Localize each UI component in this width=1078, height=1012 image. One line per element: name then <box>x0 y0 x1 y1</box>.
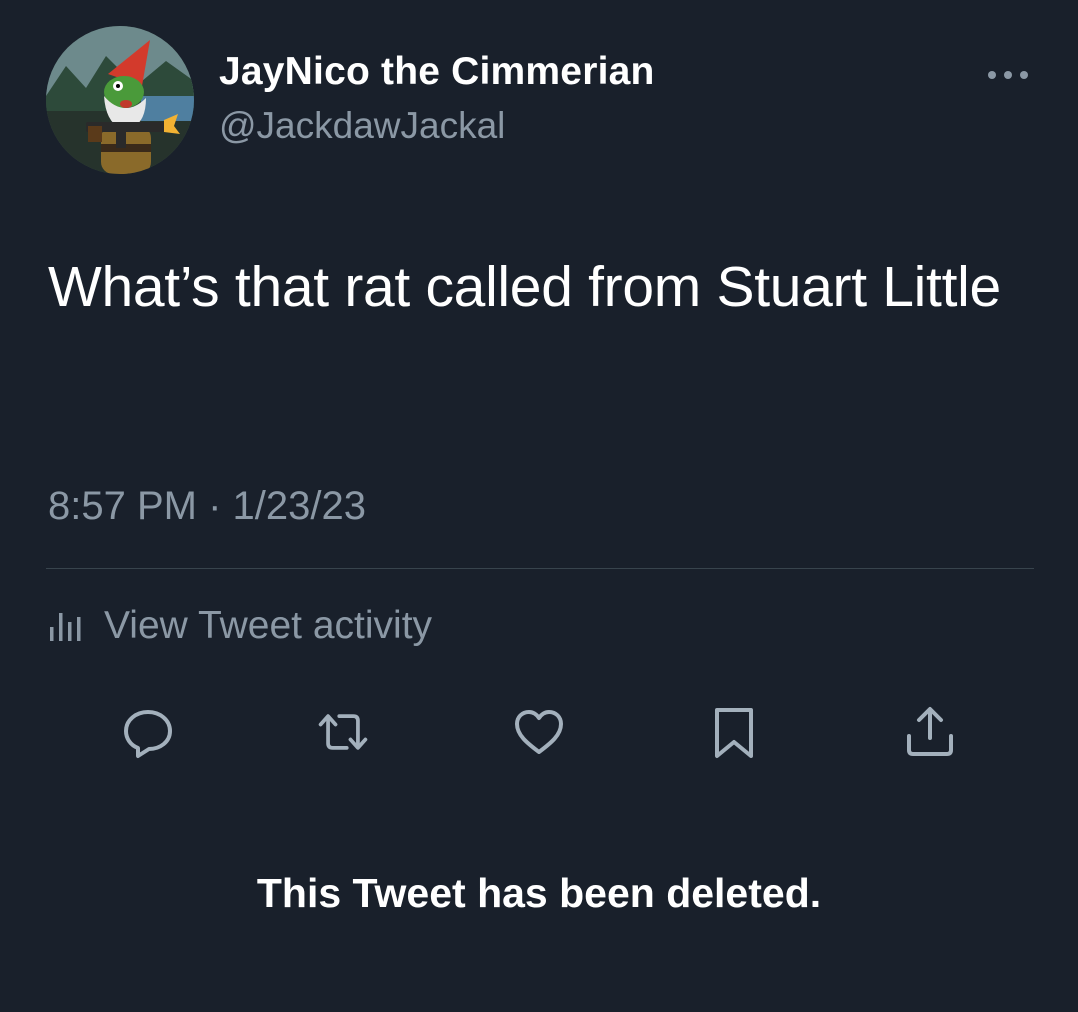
reply-button[interactable] <box>120 704 176 760</box>
bar-chart-icon <box>50 613 81 641</box>
divider <box>46 568 1034 569</box>
view-tweet-activity-label: View Tweet activity <box>104 604 433 647</box>
bookmark-button[interactable] <box>706 704 762 760</box>
share-button[interactable] <box>902 704 958 760</box>
author-display-name[interactable]: JayNico the Cimmerian <box>219 50 655 94</box>
tweet-timestamp[interactable]: 8:57 PM · 1/23/23 <box>48 484 366 529</box>
tweet-deleted-message: This Tweet has been deleted. <box>256 870 822 916</box>
retweet-button[interactable] <box>315 704 371 760</box>
share-icon <box>907 707 953 756</box>
tweet-text: What’s that rat called from Stuart Littl… <box>48 255 1001 319</box>
heart-icon <box>515 710 563 754</box>
more-options-button[interactable] <box>984 60 1032 90</box>
view-tweet-activity-link[interactable]: View Tweet activity <box>48 603 432 649</box>
more-horizontal-icon <box>988 71 1028 79</box>
bookmark-icon <box>715 708 753 758</box>
reply-icon <box>124 710 172 758</box>
like-button[interactable] <box>511 704 567 760</box>
author-handle[interactable]: @JackdawJackal <box>219 105 505 147</box>
retweet-icon <box>318 714 368 750</box>
tweet-detail: JayNico the Cimmerian @JackdawJackal Wha… <box>0 0 1078 1012</box>
gnome-avatar-icon <box>46 26 194 174</box>
avatar[interactable] <box>46 26 194 174</box>
